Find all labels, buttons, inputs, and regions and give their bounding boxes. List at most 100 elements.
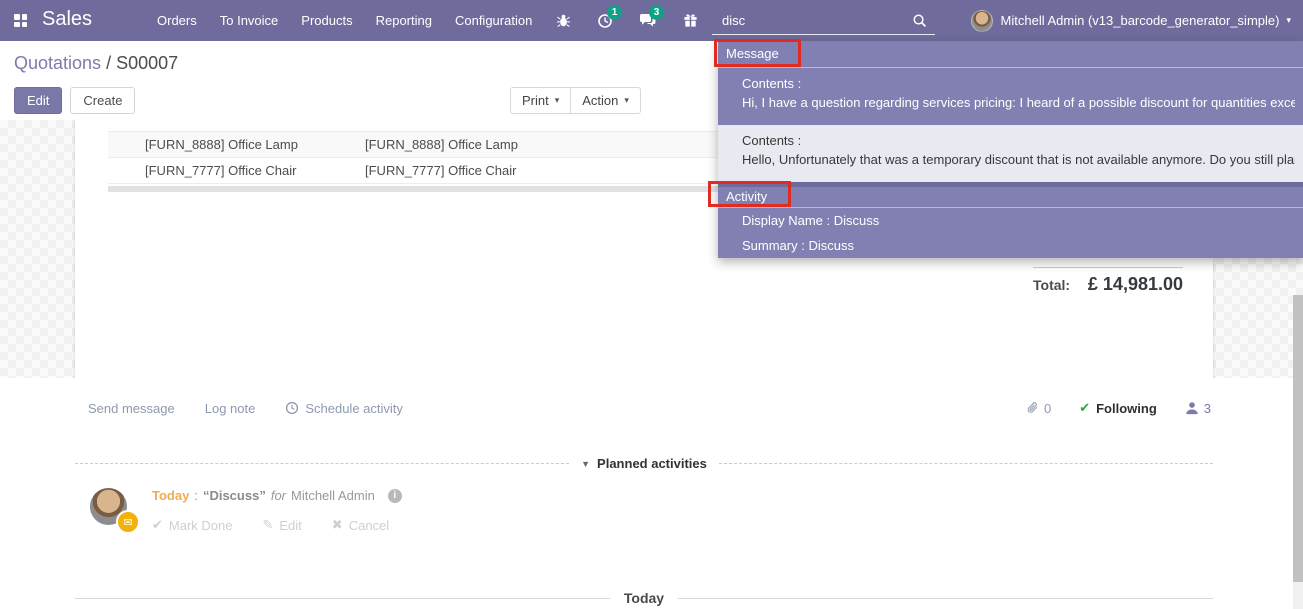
apps-menu-icon[interactable]	[14, 14, 27, 27]
caret-down-icon: ▾	[555, 95, 560, 106]
nav-icon-cluster: 1 3	[556, 0, 724, 41]
caret-down-icon: ▾	[624, 95, 629, 106]
planned-activities-toggle[interactable]: ▼ Planned activities	[569, 456, 719, 471]
form-buttons: Edit Create	[14, 87, 135, 114]
breadcrumb-current: S00007	[116, 53, 178, 73]
chatter-right-tools: 0 ✔ Following 3	[1026, 400, 1211, 416]
breadcrumb-quotations[interactable]: Quotations	[14, 53, 101, 73]
breadcrumb: Quotations / S00007	[14, 53, 178, 74]
followers-button[interactable]: 3	[1185, 401, 1211, 416]
search-result-item[interactable]: Display Name : Discuss	[718, 208, 1303, 233]
result-label: Contents :	[742, 74, 1295, 93]
mark-done-label: Mark Done	[169, 518, 233, 533]
info-icon[interactable]: i	[388, 489, 402, 503]
search-result-item[interactable]: Contents : Hi, I have a question regardi…	[718, 68, 1303, 125]
user-menu[interactable]: Mitchell Admin (v13_barcode_generator_si…	[971, 0, 1291, 41]
collapse-caret-icon: ▼	[581, 459, 590, 469]
envelope-icon: ✉	[123, 516, 132, 529]
clock-icon	[285, 401, 299, 415]
totals-separator	[1033, 267, 1183, 268]
activity-due-date: Today	[152, 488, 189, 503]
pencil-icon: ✎	[262, 517, 273, 533]
search-results-dropdown: Message Contents : Hi, I have a question…	[718, 41, 1303, 258]
send-message-button[interactable]: Send message	[88, 401, 175, 416]
activity-summary-line: Today: “Discuss” for Mitchell Admin i	[152, 488, 402, 503]
messages-chat-icon[interactable]: 3	[639, 13, 657, 28]
page: Sales Orders To Invoice Products Reporti…	[0, 0, 1303, 609]
cancel-activity-button[interactable]: ✖ Cancel	[332, 517, 389, 533]
breadcrumb-separator: /	[101, 53, 116, 73]
activity-body: Today: “Discuss” for Mitchell Admin i ✔ …	[152, 488, 402, 533]
following-label: Following	[1096, 401, 1157, 416]
check-icon: ✔	[1079, 400, 1090, 416]
menu-to-invoice[interactable]: To Invoice	[220, 13, 279, 28]
bug-icon[interactable]	[556, 13, 571, 28]
total-value: £ 14,981.00	[1088, 274, 1183, 295]
divider-line	[719, 463, 1213, 464]
cancel-activity-label: Cancel	[349, 518, 389, 533]
activity-avatar-wrap: ✉	[90, 488, 127, 525]
scrollbar-track	[1293, 582, 1303, 609]
total-row: Total: £ 14,981.00	[1033, 274, 1183, 295]
paperclip-icon	[1026, 401, 1040, 415]
menu-configuration[interactable]: Configuration	[455, 13, 532, 28]
menu-orders[interactable]: Orders	[157, 13, 197, 28]
activity-type-badge: ✉	[116, 510, 140, 534]
nav-menus: Orders To Invoice Products Reporting Con…	[157, 0, 532, 41]
divider-line	[678, 598, 1213, 599]
schedule-activity-button[interactable]: Schedule activity	[285, 401, 403, 416]
action-label: Action	[582, 93, 618, 108]
x-icon: ✖	[332, 517, 343, 533]
search-input[interactable]	[712, 13, 912, 28]
activities-badge: 1	[607, 5, 622, 20]
scrollbar-thumb[interactable]	[1293, 295, 1303, 582]
result-text: Hello, Unfortunately that was a temporar…	[742, 150, 1295, 169]
activity-assignee: Mitchell Admin	[291, 488, 375, 503]
today-label: Today	[610, 590, 678, 606]
activity-item: ✉ Today: “Discuss” for Mitchell Admin i …	[90, 488, 402, 533]
search-icon[interactable]	[912, 13, 927, 28]
app-name[interactable]: Sales	[42, 8, 92, 31]
activity-for-word: for	[271, 488, 286, 503]
attachments-count: 0	[1044, 401, 1051, 416]
menu-reporting[interactable]: Reporting	[376, 13, 432, 28]
user-name: Mitchell Admin (v13_barcode_generator_si…	[1001, 13, 1280, 28]
navbar-search	[712, 6, 935, 35]
chatter: Send message Log note Schedule activity …	[0, 378, 1303, 609]
dropdown-section-message: Message	[718, 41, 1303, 68]
edit-activity-label: Edit	[279, 518, 301, 533]
attachments-button[interactable]: 0	[1026, 401, 1051, 416]
result-label: Contents :	[742, 131, 1295, 150]
following-button[interactable]: ✔ Following	[1079, 400, 1157, 416]
colon: :	[194, 488, 198, 503]
menu-products[interactable]: Products	[301, 13, 352, 28]
chatter-links: Send message Log note Schedule activity	[88, 401, 403, 416]
user-avatar	[971, 10, 993, 32]
edit-activity-button[interactable]: ✎ Edit	[262, 517, 301, 533]
cell-product: [FURN_7777] Office Chair	[108, 158, 365, 183]
gift-icon[interactable]	[683, 13, 698, 28]
search-result-item[interactable]: Summary : Discuss	[718, 233, 1303, 258]
activity-tools: ✔ Mark Done ✎ Edit ✖ Cancel	[152, 517, 402, 533]
dropdown-section-activity: Activity	[718, 187, 1303, 208]
mark-done-button[interactable]: ✔ Mark Done	[152, 517, 232, 533]
schedule-activity-label: Schedule activity	[305, 401, 403, 416]
person-icon	[1185, 401, 1199, 415]
search-result-item-highlighted[interactable]: Contents : Hello, Unfortunately that was…	[718, 125, 1303, 182]
result-text: Hi, I have a question regarding services…	[742, 93, 1295, 112]
create-button[interactable]: Create	[70, 87, 135, 114]
print-dropdown-button[interactable]: Print ▾	[510, 87, 571, 114]
planned-activities-divider: ▼ Planned activities	[75, 456, 1213, 471]
caret-down-icon: ▾	[1286, 15, 1291, 26]
activities-clock-icon[interactable]: 1	[597, 13, 613, 29]
followers-count: 3	[1204, 401, 1211, 416]
edit-button[interactable]: Edit	[14, 87, 62, 114]
print-label: Print	[522, 93, 549, 108]
chatter-toolbar: Send message Log note Schedule activity …	[88, 400, 1211, 416]
top-navbar: Sales Orders To Invoice Products Reporti…	[0, 0, 1303, 41]
log-note-button[interactable]: Log note	[205, 401, 256, 416]
action-dropdown-button[interactable]: Action ▾	[570, 87, 641, 114]
check-icon: ✔	[152, 517, 163, 533]
messages-badge: 3	[649, 5, 664, 20]
total-label: Total:	[1033, 277, 1070, 293]
